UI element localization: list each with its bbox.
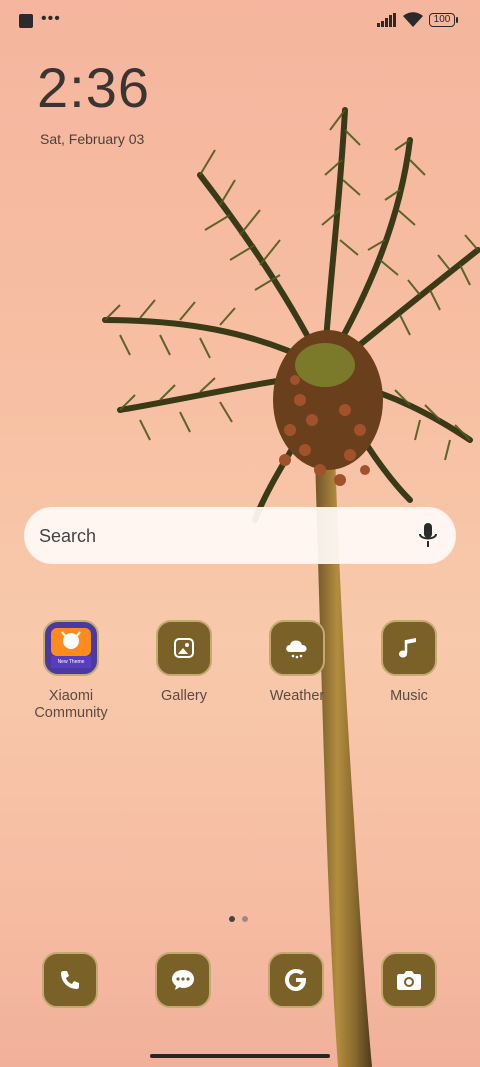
clock-date[interactable]: Sat, February 03: [40, 131, 144, 147]
xiaomi-community-icon: New Theme: [43, 620, 99, 676]
notification-square-icon: [19, 14, 33, 28]
app-label-xiaomi-community: Xiaomi Community: [34, 688, 108, 721]
app-label-weather: Weather: [269, 688, 325, 704]
search-bar[interactable]: Search: [24, 507, 456, 564]
page-indicator: [229, 909, 255, 927]
signal-icon: [377, 13, 396, 27]
messages-icon: [172, 970, 194, 990]
status-bar: ••• 100: [0, 0, 480, 42]
app-weather[interactable]: Weather: [247, 620, 347, 705]
page-dot: [242, 916, 248, 922]
camera-icon: [397, 971, 421, 990]
new-theme-badge: New Theme: [58, 659, 85, 665]
wifi-icon: [403, 12, 423, 27]
dock-google-button[interactable]: [268, 952, 324, 1008]
app-xiaomi-community[interactable]: New Theme Xiaomi Community: [21, 620, 121, 722]
app-gallery[interactable]: Gallery: [134, 620, 234, 705]
more-notifications-icon: •••: [41, 10, 61, 27]
battery-icon: 100: [429, 13, 458, 27]
phone-icon: [61, 971, 79, 989]
search-placeholder: Search: [39, 526, 97, 546]
clock-time[interactable]: 2:36: [37, 55, 150, 120]
gallery-icon: [156, 620, 212, 676]
app-label-music: Music: [390, 688, 428, 704]
dock-messages-button[interactable]: [155, 952, 211, 1008]
app-music[interactable]: Music: [359, 620, 459, 705]
dock-camera-button[interactable]: [381, 952, 437, 1008]
weather-icon: [269, 620, 325, 676]
google-icon: [285, 969, 306, 991]
page-dot-active: [229, 916, 235, 922]
microphone-icon[interactable]: [418, 522, 438, 550]
dock-phone-button[interactable]: [42, 952, 98, 1008]
music-icon: [381, 620, 437, 676]
home-gesture-bar[interactable]: [150, 1054, 330, 1058]
app-label-gallery: Gallery: [161, 688, 207, 704]
